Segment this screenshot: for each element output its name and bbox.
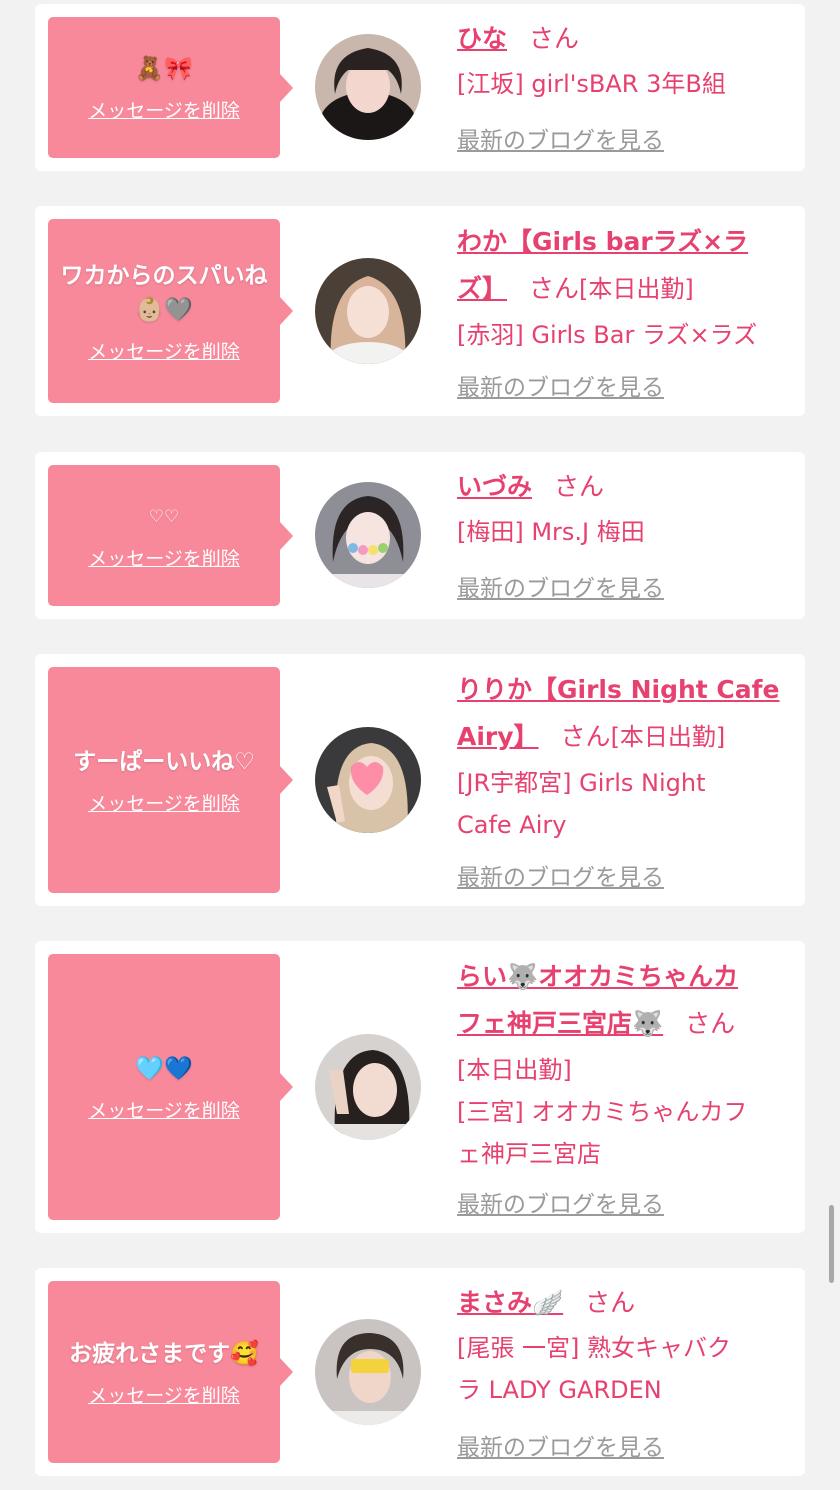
latest-blog-link[interactable]: 最新のブログを見る <box>457 1428 664 1462</box>
delete-message-link[interactable]: メッセージを削除 <box>88 96 240 123</box>
profile-info: まさみ🪽 さん [尾張 一宮] 熟女キャバク ラ LADY GARDEN 最新のブ… <box>457 1282 797 1461</box>
honorific: さん <box>529 274 580 303</box>
profile-name-link[interactable]: らい🐺オオカミちゃんカ <box>457 962 738 991</box>
message-text: 🧸🎀 <box>135 56 193 82</box>
shop-name: ェ神戸三宮店 <box>457 1140 601 1168</box>
latest-blog-link[interactable]: 最新のブログを見る <box>457 368 664 402</box>
shop-name: Cafe Airy <box>457 811 567 839</box>
honorific: さん <box>685 1009 736 1038</box>
message-bubble: 🧸🎀 メッセージを削除 <box>48 17 293 158</box>
profile-info: わか【Girls barラズ×ラ ズ】 さん[本日出勤] [赤羽] Girls B… <box>457 220 797 401</box>
attendance-status: [本日出勤] <box>457 1056 572 1084</box>
message-text: ♡♡ <box>148 507 180 527</box>
message-card: ♡♡ メッセージを削除 いづみ さん [梅田] Mrs.J 梅田 最新のブログを見… <box>35 452 805 619</box>
profile-name-link[interactable]: いづみ <box>457 472 532 501</box>
message-text: 🩵💙 <box>135 1055 193 1082</box>
latest-blog-link[interactable]: 最新のブログを見る <box>457 858 664 892</box>
message-card: 🧸🎀 メッセージを削除 ひな さん [江坂] girl'sBAR 3年B組 最新の… <box>35 4 805 171</box>
latest-blog-link[interactable]: 最新のブログを見る <box>457 1185 664 1219</box>
delete-message-link[interactable]: メッセージを削除 <box>88 1381 240 1408</box>
message-bubble: 🩵💙 メッセージを削除 <box>48 954 293 1220</box>
message-text: ワカからのスパいね👶🏼🩶 <box>60 262 268 323</box>
profile-name-link[interactable]: りりか【Girls Night Cafe <box>457 675 779 704</box>
shop-name: [赤羽] Girls Bar ラズ×ラズ <box>457 321 758 349</box>
message-text: すーぱーいいね♡ <box>73 748 255 775</box>
profile-info: いづみ さん [梅田] Mrs.J 梅田 最新のブログを見る <box>457 466 797 602</box>
latest-blog-link[interactable]: 最新のブログを見る <box>457 121 664 155</box>
delete-message-link[interactable]: メッセージを削除 <box>88 544 240 571</box>
avatar[interactable] <box>315 1319 421 1425</box>
message-bubble: ♡♡ メッセージを削除 <box>48 465 293 606</box>
shop-name: [梅田] Mrs.J 梅田 <box>457 518 645 546</box>
message-card: すーぱーいいね♡ メッセージを削除 りりか【Girls Night Cafe A… <box>35 654 805 906</box>
shop-name: [JR宇都宮] Girls Night <box>457 769 706 797</box>
profile-name-link[interactable]: ズ】 <box>457 274 507 303</box>
message-card: 🩵💙 メッセージを削除 らい🐺オオカミちゃんカ フェ神戸三宮店🐺 さん [本日出勤… <box>35 941 805 1233</box>
avatar[interactable] <box>315 482 421 588</box>
message-bubble: お疲れさまです🥰 メッセージを削除 <box>48 1281 293 1463</box>
avatar[interactable] <box>315 34 421 140</box>
avatar[interactable] <box>315 727 421 833</box>
profile-info: りりか【Girls Night Cafe Airy】 さん[本日出勤] [JR宇都… <box>457 668 797 891</box>
profile-name-link[interactable]: ひな <box>457 24 507 53</box>
profile-name-link[interactable]: わか【Girls barラズ×ラ <box>457 227 748 256</box>
message-bubble: すーぱーいいね♡ メッセージを削除 <box>48 667 293 893</box>
shop-name: [江坂] girl'sBAR 3年B組 <box>457 70 726 98</box>
profile-info: ひな さん [江坂] girl'sBAR 3年B組 最新のブログを見る <box>457 18 797 154</box>
profile-name-link[interactable]: Airy】 <box>457 722 539 751</box>
profile-info: らい🐺オオカミちゃんカ フェ神戸三宮店🐺 さん [本日出勤] [三宮] オオカミち… <box>457 955 797 1218</box>
message-bubble: ワカからのスパいね👶🏼🩶 メッセージを削除 <box>48 219 293 403</box>
honorific: さん <box>585 1288 636 1317</box>
profile-name-link[interactable]: フェ神戸三宮店🐺 <box>457 1009 663 1038</box>
honorific: さん <box>560 722 611 751</box>
latest-blog-link[interactable]: 最新のブログを見る <box>457 569 664 603</box>
shop-name: ラ LADY GARDEN <box>457 1376 662 1404</box>
message-text: お疲れさまです🥰 <box>69 1340 259 1367</box>
attendance-status: [本日出勤] <box>579 275 694 303</box>
shop-name: [尾張 一宮] 熟女キャバク <box>457 1334 731 1362</box>
scrollbar[interactable] <box>829 1205 834 1283</box>
profile-name-link[interactable]: まさみ🪽 <box>457 1288 563 1317</box>
delete-message-link[interactable]: メッセージを削除 <box>88 337 240 364</box>
attendance-status: [本日出勤] <box>610 723 726 751</box>
honorific: さん <box>554 472 605 501</box>
avatar[interactable] <box>315 258 421 364</box>
message-card: ワカからのスパいね👶🏼🩶 メッセージを削除 わか【Girls barラズ×ラ ズ… <box>35 206 805 416</box>
avatar[interactable] <box>315 1034 421 1140</box>
message-card: お疲れさまです🥰 メッセージを削除 まさみ🪽 さん [尾張 一宮] 熟女キャバク … <box>35 1268 805 1476</box>
shop-name: [三宮] オオカミちゃんカフ <box>457 1098 748 1126</box>
delete-message-link[interactable]: メッセージを削除 <box>88 1096 240 1123</box>
delete-message-link[interactable]: メッセージを削除 <box>88 789 240 816</box>
honorific: さん <box>529 24 580 53</box>
